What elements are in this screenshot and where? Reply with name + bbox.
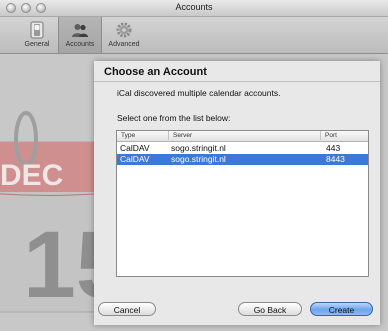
column-header-type[interactable]: Type [121, 132, 135, 139]
row-port: 8443 [326, 154, 345, 164]
row-server: sogo.stringit.nl [171, 154, 226, 164]
toolbar-general-label: General [24, 41, 50, 48]
row-type: CalDAV [120, 143, 150, 153]
selection-prompt: Select one from the list below: [117, 113, 231, 123]
create-button[interactable]: Create [310, 302, 373, 316]
sheet-heading: Choose an Account [104, 66, 207, 78]
toolbar-advanced[interactable]: Advanced [104, 17, 144, 53]
toolbar-accounts-label: Accounts [65, 41, 95, 48]
general-switch-icon [30, 21, 44, 39]
toolbar-general[interactable]: General [20, 17, 54, 53]
go-back-button[interactable]: Go Back [238, 302, 302, 316]
table-row[interactable]: CalDAV sogo.stringit.nl 443 [117, 143, 368, 154]
accounts-people-icon [72, 24, 88, 37]
title-bar: Accounts [0, 0, 388, 17]
discovery-message: iCal discovered multiple calendar accoun… [117, 88, 281, 98]
table-row-selected[interactable]: CalDAV sogo.stringit.nl 8443 [117, 154, 368, 165]
row-port: 443 [326, 143, 341, 153]
calendar-month-text: DEC [0, 159, 63, 192]
table-header: Type Server Port [117, 131, 368, 142]
heading-divider [94, 81, 380, 82]
row-server: sogo.stringit.nl [171, 143, 226, 153]
window-title: Accounts [175, 2, 213, 12]
choose-account-sheet: Choose an Account iCal discovered multip… [94, 61, 380, 325]
cancel-button[interactable]: Cancel [98, 302, 156, 316]
column-header-port[interactable]: Port [320, 131, 337, 140]
gear-icon [116, 22, 132, 38]
row-type: CalDAV [120, 154, 150, 164]
column-header-server[interactable]: Server [168, 131, 192, 140]
accounts-table[interactable]: Type Server Port CalDAV sogo.stringit.nl… [116, 130, 369, 277]
preferences-toolbar: General Accounts Advanced [0, 17, 388, 54]
toolbar-accounts[interactable]: Accounts [58, 17, 102, 53]
toolbar-advanced-label: Advanced [108, 41, 140, 48]
